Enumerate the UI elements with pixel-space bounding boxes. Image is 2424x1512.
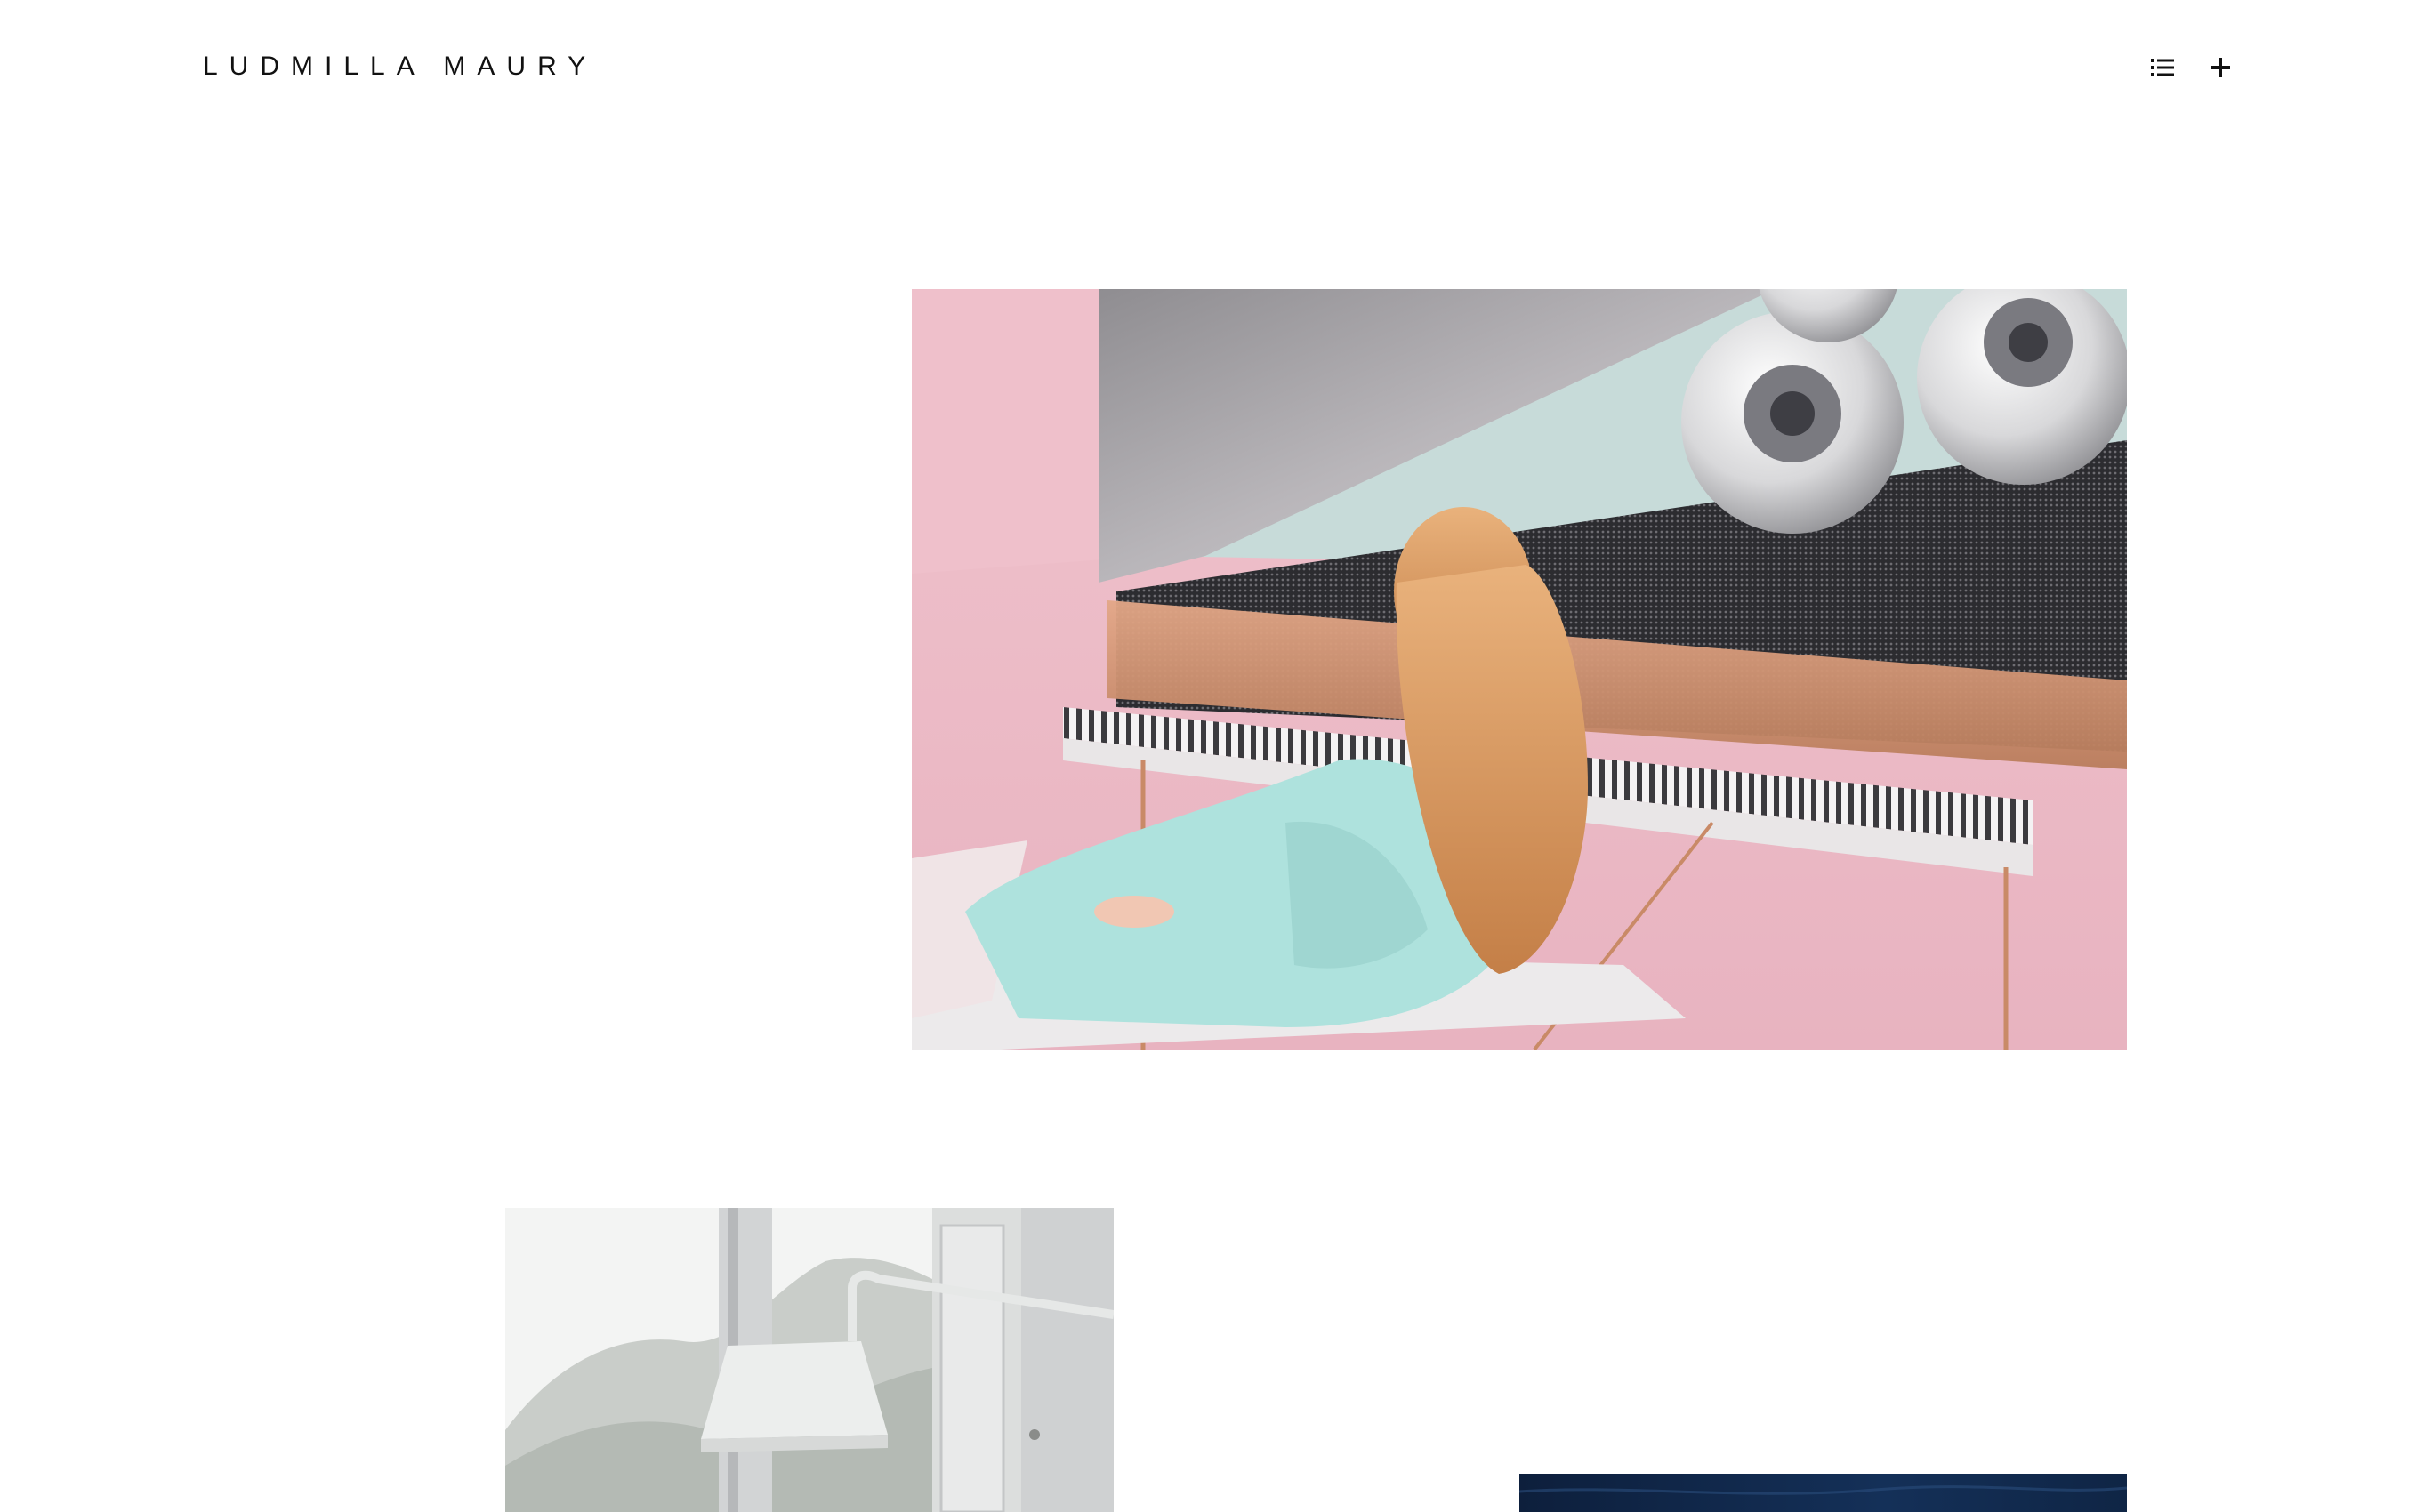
piano-woman-image bbox=[912, 289, 2127, 1050]
project-card-ocean[interactable] bbox=[1519, 1474, 2127, 1512]
plus-icon[interactable] bbox=[2204, 52, 2236, 84]
project-card-lamp[interactable] bbox=[505, 1208, 1114, 1512]
project-card-piano[interactable] bbox=[912, 289, 2127, 1050]
list-icon[interactable] bbox=[2146, 52, 2178, 84]
ocean-image bbox=[1519, 1474, 2127, 1512]
site-title[interactable]: LUDMILLA MAURY bbox=[203, 52, 597, 82]
site-header: LUDMILLA MAURY bbox=[0, 0, 2424, 142]
lamp-window-image bbox=[505, 1208, 1114, 1512]
